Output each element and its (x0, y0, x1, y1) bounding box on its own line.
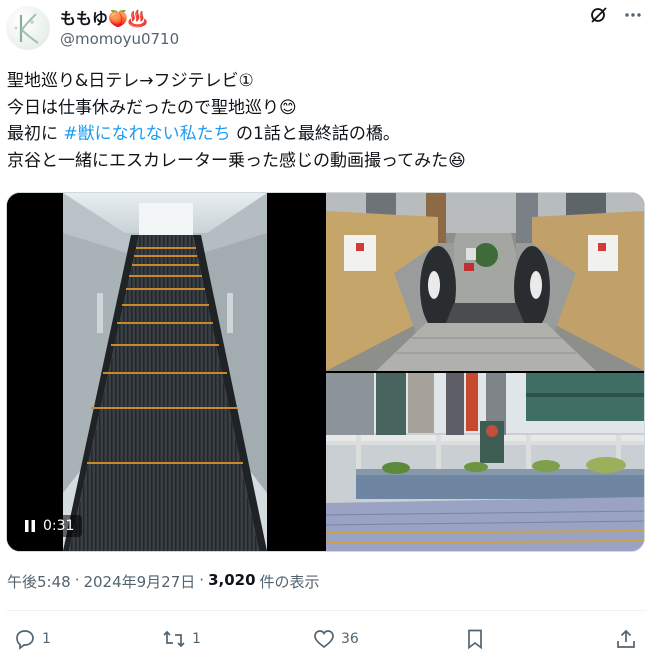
reply-button[interactable]: 1 (14, 628, 51, 650)
action-bar: 1 1 36 (0, 622, 658, 658)
repost-button[interactable]: 1 (162, 628, 201, 650)
video-controls[interactable]: 0:31 (17, 515, 83, 537)
media-image-bridge[interactable] (326, 373, 644, 551)
tweet-line-1: 聖地巡り&日テレ→フジテレビ① (7, 71, 254, 91)
repost-count: 1 (192, 631, 201, 647)
heart-icon (314, 630, 334, 649)
tweet-time[interactable]: 午後5:48 (7, 571, 71, 592)
escalator-top-photo (326, 193, 644, 371)
tweet-text: 聖地巡り&日テレ→フジテレビ① 今日は仕事休みだったので聖地巡り😊 最初に #獣… (7, 68, 647, 174)
tweet-line-2: 今日は仕事休みだったので聖地巡り😊 (7, 97, 297, 118)
video-player[interactable]: 0:31 (7, 193, 324, 551)
tweet-date[interactable]: 2024年9月27日 (83, 571, 195, 592)
tweet-line-3-post: の1話と最終話の橋。 (230, 124, 400, 144)
hashtag-link[interactable]: #獣になれない私たち (63, 124, 230, 144)
like-count: 36 (341, 631, 359, 647)
meta-separator: · (199, 571, 205, 589)
display-name-text: ももゆ🍑♨️ (60, 9, 148, 28)
grok-icon[interactable] (588, 4, 610, 26)
divider (6, 610, 646, 611)
bookmark-icon (468, 629, 482, 650)
views-label: 件の表示 (259, 573, 320, 591)
views-count: 3,020 (208, 571, 256, 589)
avatar-logo-image (14, 13, 39, 44)
video-time: 0:31 (43, 518, 75, 534)
share-icon (617, 629, 635, 648)
repost-icon (163, 630, 185, 648)
reply-icon (16, 630, 34, 650)
tweet-line-4: 京谷と一緒にエスカレーター乗った感じの動画撮ってみた😆 (7, 150, 466, 171)
more-options-icon[interactable] (622, 4, 644, 26)
share-button[interactable] (615, 628, 637, 650)
tweet-meta: 午後5:48 · 2024年9月27日 · 3,020 件の表示 (7, 571, 320, 592)
reply-count: 1 (42, 631, 51, 647)
like-button[interactable]: 36 (313, 628, 359, 650)
display-name[interactable]: ももゆ🍑♨️ (60, 5, 148, 29)
media-grid: 0:31 (6, 192, 645, 552)
escalator-video-frame (7, 193, 324, 551)
media-image-escalator-top[interactable] (326, 193, 644, 371)
avatar[interactable] (6, 6, 50, 50)
bridge-photo (326, 373, 644, 551)
meta-separator: · (74, 571, 80, 589)
user-handle[interactable]: @momoyu0710 (60, 30, 179, 48)
pause-icon[interactable] (25, 520, 35, 532)
bookmark-button[interactable] (464, 628, 486, 650)
tweet-line-3-pre: 最初に (7, 124, 64, 144)
